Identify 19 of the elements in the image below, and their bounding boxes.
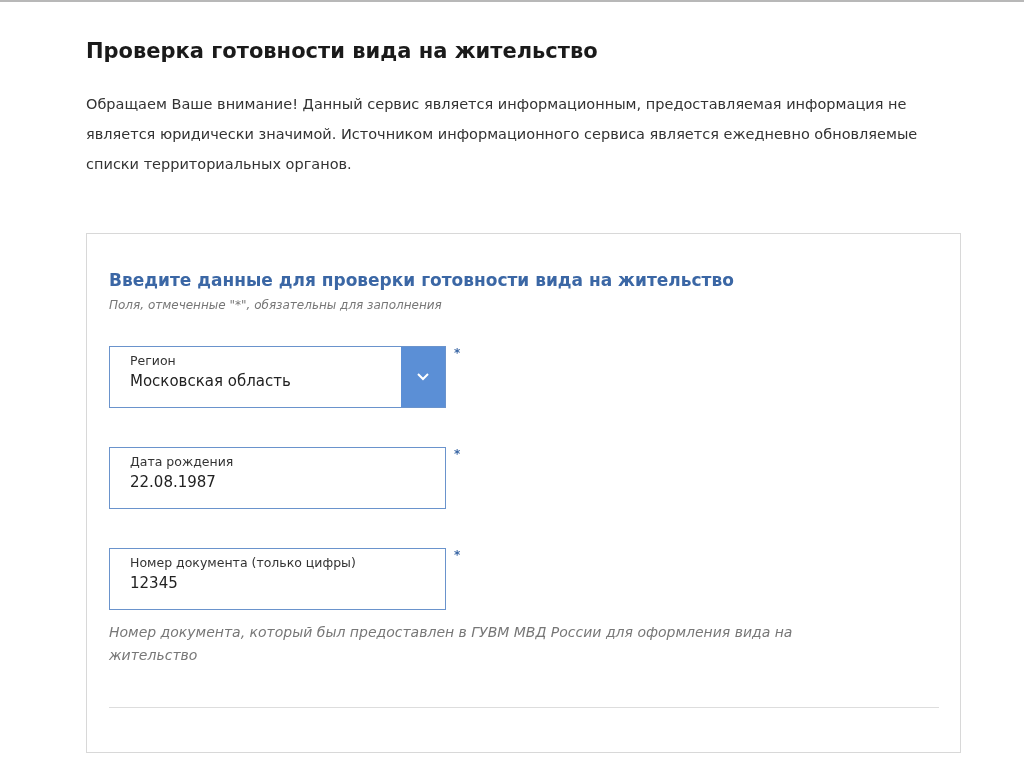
input-field[interactable]: Номер документа (только цифры) 12345 <box>109 548 446 610</box>
required-mark: * <box>454 548 461 562</box>
region-select[interactable]: Регион Московская область <box>109 346 446 408</box>
notice-text: Обращаем Ваше внимание! Данный сервис является информационным, предоставляемая информация не является юридически значимой. Источником информационного сервиса является ежедневно обновляемые списки территориальных органов. <box>86 95 919 174</box>
dropdown-button[interactable] <box>401 347 445 407</box>
field-label: Номер документа (только цифры) <box>130 555 357 570</box>
input-field[interactable]: Дата рождения 22.08.1987 <box>109 447 446 509</box>
chevron-down-icon <box>417 373 429 381</box>
field-hint: Номер документа, который был предоставлен в ГУВМ МВД России для оформления вида на жительство <box>109 623 794 665</box>
field-value: Московская область <box>130 372 292 390</box>
required-note: Поля, отмеченные "*", обязательны для заполнения <box>109 298 443 312</box>
field-value: 22.08.1987 <box>130 473 217 491</box>
form-heading: Введите данные для проверки готовности вида на жительство <box>109 270 735 290</box>
field-value: 12345 <box>130 574 179 592</box>
required-mark: * <box>454 447 461 461</box>
field-label: Дата рождения <box>130 454 235 469</box>
page-title: Проверка готовности вида на жительство <box>86 39 599 63</box>
required-mark: * <box>454 346 461 360</box>
field-label: Регион <box>130 353 177 368</box>
